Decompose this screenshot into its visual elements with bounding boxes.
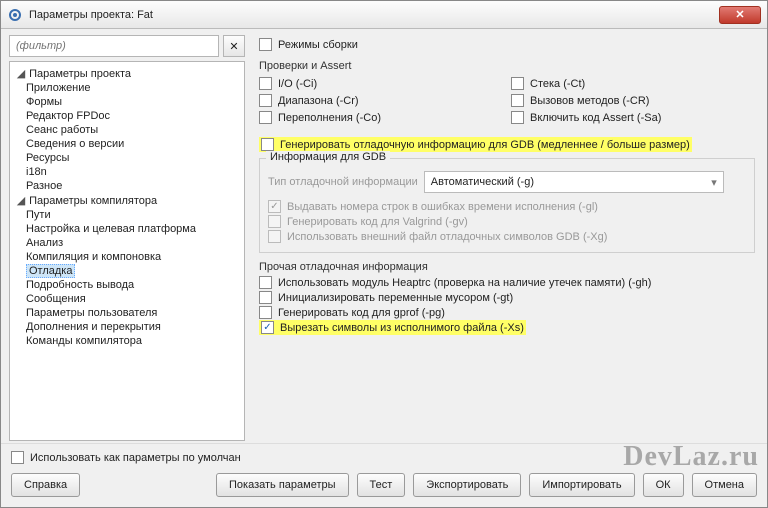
tree-item[interactable]: Формы bbox=[12, 95, 242, 109]
show-params-button[interactable]: Показать параметры bbox=[216, 473, 349, 497]
ok-button[interactable]: ОК bbox=[643, 473, 684, 497]
window-title: Параметры проекта: Fat bbox=[29, 9, 719, 21]
tree-item[interactable]: Настройка и целевая платформа bbox=[12, 222, 242, 236]
tree-group[interactable]: ◢ Параметры проекта bbox=[12, 66, 242, 81]
other-header: Прочая отладочная информация bbox=[259, 261, 755, 273]
import-button[interactable]: Импортировать bbox=[529, 473, 634, 497]
filter-input[interactable] bbox=[9, 35, 219, 57]
tree-group[interactable]: ◢ Параметры компилятора bbox=[12, 193, 242, 208]
check-stack[interactable]: Стека (-Ct) bbox=[511, 76, 755, 91]
tree-item[interactable]: Дополнения и перекрытия bbox=[12, 320, 242, 334]
tree-item[interactable]: Разное bbox=[12, 179, 242, 193]
tree-item[interactable]: Сообщения bbox=[12, 292, 242, 306]
debug-type-select[interactable]: Автоматический (-g)▾ bbox=[424, 171, 724, 193]
check-io[interactable]: I/O (-Ci) bbox=[259, 76, 503, 91]
help-button[interactable]: Справка bbox=[11, 473, 80, 497]
titlebar: Параметры проекта: Fat ✕ bbox=[1, 1, 767, 29]
trash-checkbox[interactable]: Инициализировать переменные мусором (-gt… bbox=[259, 290, 755, 305]
checks-header: Проверки и Assert bbox=[259, 60, 755, 72]
gdb-lines-checkbox[interactable]: ✓Выдавать номера строк в ошибках времени… bbox=[268, 199, 746, 214]
tree-item-debugging[interactable]: Отладка bbox=[12, 264, 242, 278]
debug-type-label: Тип отладочной информации bbox=[268, 176, 418, 188]
gdb-external-checkbox[interactable]: Использовать внешний файл отладочных сим… bbox=[268, 229, 746, 244]
gear-icon bbox=[7, 7, 23, 23]
gdb-fieldset-legend: Информация для GDB bbox=[266, 151, 390, 163]
tree-item[interactable]: Ресурсы bbox=[12, 151, 242, 165]
gdb-valgrind-checkbox[interactable]: Генерировать код для Valgrind (-gv) bbox=[268, 214, 746, 229]
chevron-down-icon: ▾ bbox=[711, 176, 717, 189]
tree-item[interactable]: Приложение bbox=[12, 81, 242, 95]
check-assert[interactable]: Включить код Assert (-Sa) bbox=[511, 110, 755, 125]
tree-item[interactable]: i18n bbox=[12, 165, 242, 179]
options-tree[interactable]: ◢ Параметры проекта Приложение Формы Ред… bbox=[9, 61, 245, 441]
tree-item[interactable]: Команды компилятора bbox=[12, 334, 242, 348]
tree-item[interactable]: Сведения о версии bbox=[12, 137, 242, 151]
close-button[interactable]: ✕ bbox=[719, 6, 761, 24]
tree-item[interactable]: Редактор FPDoc bbox=[12, 109, 242, 123]
export-button[interactable]: Экспортировать bbox=[413, 473, 521, 497]
test-button[interactable]: Тест bbox=[357, 473, 406, 497]
check-overflow[interactable]: Переполнения (-Co) bbox=[259, 110, 503, 125]
tree-item[interactable]: Пути bbox=[12, 208, 242, 222]
tree-item[interactable]: Параметры пользователя bbox=[12, 306, 242, 320]
clear-icon: ✕ bbox=[229, 40, 238, 53]
tree-item[interactable]: Сеанс работы bbox=[12, 123, 242, 137]
cancel-button[interactable]: Отмена bbox=[692, 473, 757, 497]
check-range[interactable]: Диапазона (-Cr) bbox=[259, 93, 503, 108]
use-as-default-checkbox[interactable]: Использовать как параметры по умолчан bbox=[11, 450, 757, 465]
heaptrc-checkbox[interactable]: Использовать модуль Heaptrc (проверка на… bbox=[259, 275, 755, 290]
tree-item[interactable]: Анализ bbox=[12, 236, 242, 250]
strip-checkbox[interactable]: ✓Вырезать символы из исполнимого файла (… bbox=[259, 320, 526, 335]
tree-item[interactable]: Подробность вывода bbox=[12, 278, 242, 292]
check-method[interactable]: Вызовов методов (-CR) bbox=[511, 93, 755, 108]
build-modes-checkbox[interactable]: Режимы сборки bbox=[259, 37, 755, 52]
clear-filter-button[interactable]: ✕ bbox=[223, 35, 245, 57]
gprof-checkbox[interactable]: Генерировать код для gprof (-pg) bbox=[259, 305, 755, 320]
gdb-generate-checkbox[interactable]: Генерировать отладочную информацию для G… bbox=[259, 137, 692, 152]
tree-item[interactable]: Компиляция и компоновка bbox=[12, 250, 242, 264]
